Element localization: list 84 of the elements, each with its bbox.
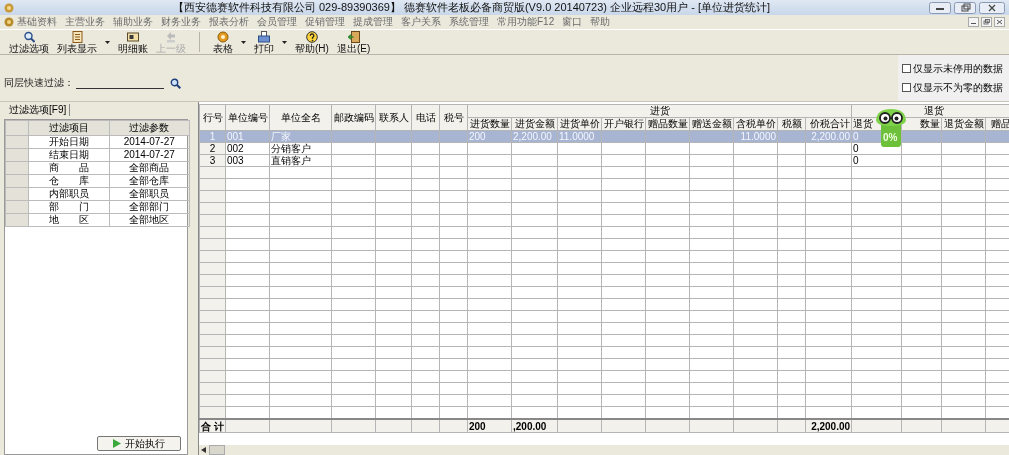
checkbox-label: 仅显示不为零的数据 (913, 80, 1003, 95)
table-cell: 全部地区 (109, 213, 190, 227)
table-cell: 2,200.00 (805, 419, 852, 433)
toolbar-button[interactable]: 列表显示 (54, 30, 100, 54)
run-button[interactable]: 开始执行 (97, 436, 181, 451)
table-cell: 直销客户 (269, 154, 332, 167)
restore-icon[interactable] (981, 17, 992, 27)
checkbox[interactable] (902, 64, 911, 73)
caret-icon[interactable] (282, 40, 287, 44)
column-header: 电话 (411, 104, 440, 131)
minimize-icon[interactable] (929, 1, 951, 14)
table-cell: 合 计 (199, 419, 226, 433)
table-cell: 商 品 (28, 161, 109, 175)
column-header: 行号 (199, 104, 226, 131)
toolbar-button[interactable]: 帮助(H) (292, 30, 332, 54)
scroll-thumb[interactable] (209, 445, 225, 455)
column-header: 过滤参数 (109, 120, 190, 136)
column-header: 税号 (439, 104, 468, 131)
table-cell: 仓 库 (28, 174, 109, 188)
app-icon (4, 2, 14, 13)
menu-item[interactable]: 系统管理 (446, 16, 492, 28)
table-cell: 全部职员 (109, 187, 190, 201)
table-cell: 003 (225, 154, 270, 167)
toolbar-button[interactable]: 过滤选项 (6, 30, 52, 54)
toolbar-button[interactable]: 明细账 (115, 30, 151, 54)
restore-icon[interactable] (954, 1, 976, 14)
play-icon (113, 439, 121, 448)
owl-mascot-icon (875, 106, 907, 148)
window-title: 【西安德赛软件科技有限公司 029-89390369】 德赛软件老板必备商贸版(V9.0 20140723) 企业远程30用户 - [单位进货统计] (171, 1, 772, 14)
checkbox[interactable] (902, 83, 911, 92)
menu-item[interactable]: 会员管理 (254, 16, 300, 28)
table-cell: 内部职员 (28, 187, 109, 201)
group-header: 进货 (467, 104, 852, 118)
menu-item[interactable]: 基础资料 (14, 16, 60, 28)
menu-item[interactable]: 报表分析 (206, 16, 252, 28)
help-icon (305, 30, 318, 43)
menu-item[interactable]: 辅助业务 (110, 16, 156, 28)
toolbar-button[interactable]: 退出(E) (333, 30, 374, 54)
toolbar-button[interactable]: 表格 (210, 30, 236, 54)
table-cell: ,200.00 (511, 419, 558, 433)
table-cell: 开始日期 (28, 135, 109, 149)
column-header: 单位编号 (225, 104, 270, 131)
menu-item[interactable]: 客户关系 (398, 16, 444, 28)
search-icon[interactable] (170, 77, 181, 89)
menu-item[interactable]: 促销管理 (302, 16, 348, 28)
menu-item[interactable]: 窗口 (559, 16, 586, 28)
filter-label: 同层快速过滤： (4, 76, 74, 90)
column-header: 过滤项目 (28, 120, 109, 136)
caret-icon[interactable] (241, 40, 246, 44)
table-cell: 0 (851, 154, 902, 167)
list-icon (71, 30, 83, 43)
table-cell: 2014-07-27 (109, 148, 190, 162)
menu-item[interactable]: 主营业务 (62, 16, 108, 28)
column-header: 联系人 (375, 104, 412, 131)
app-icon (4, 17, 14, 27)
magnifier-icon (23, 30, 35, 43)
table-cell: 部 门 (28, 200, 109, 214)
close-icon[interactable] (979, 1, 1005, 14)
table-cell: 全部仓库 (109, 174, 190, 188)
back-arrow-icon (165, 30, 177, 43)
column-header: 单位全名 (269, 104, 332, 131)
panel-tab[interactable]: 过滤选项[F9] (6, 104, 71, 116)
table-cell: 地 区 (28, 213, 109, 227)
caret-icon[interactable] (105, 40, 110, 44)
table-cell: 002 (225, 142, 270, 155)
checkbox-label: 仅显示未停用的数据 (913, 61, 1003, 76)
table-cell: 全部商品 (109, 161, 190, 175)
close-icon[interactable] (994, 17, 1005, 27)
menu-item[interactable]: 提成管理 (350, 16, 396, 28)
scroll-left-icon[interactable] (201, 447, 206, 453)
minimize-icon[interactable] (968, 17, 979, 27)
table-cell: 结束日期 (28, 148, 109, 162)
table-cell: 全部部门 (109, 200, 190, 214)
menu-item[interactable]: 帮助 (587, 16, 614, 28)
table-cell: 2014-07-27 (109, 135, 190, 149)
table-cell: 分销客户 (269, 142, 332, 155)
progress-label: 0% (883, 132, 898, 143)
column-header: 邮政编码 (331, 104, 376, 131)
table-cell: 200 (467, 419, 512, 433)
menu-item[interactable]: 财务业务 (158, 16, 204, 28)
toolbar-button[interactable]: 打印 (251, 30, 277, 54)
ledger-icon (127, 30, 139, 43)
door-icon (347, 30, 360, 43)
menu-item[interactable]: 常用功能F12 (494, 16, 558, 28)
